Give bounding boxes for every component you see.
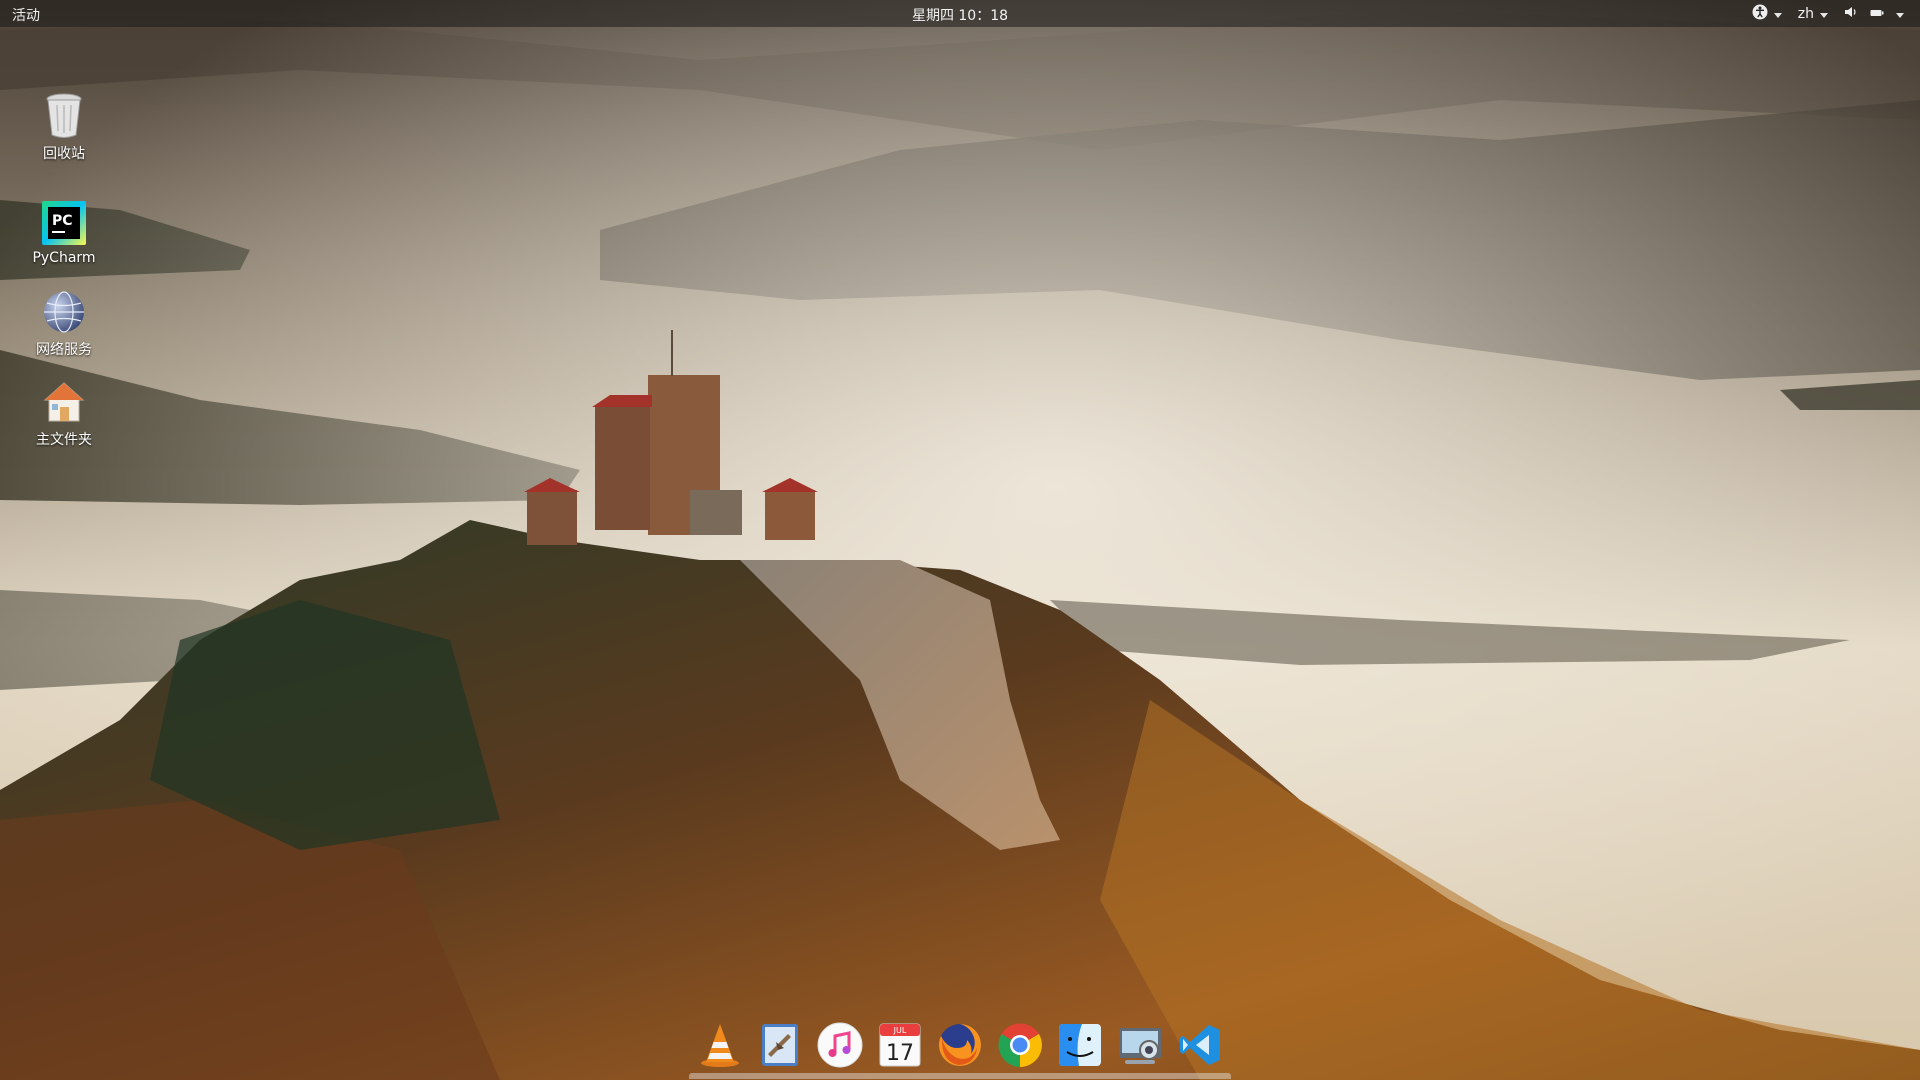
desktop-icon-home[interactable]: 主文件夹 bbox=[16, 378, 112, 449]
desktop-icon-trash[interactable]: 回收站 bbox=[16, 92, 112, 163]
accessibility-menu[interactable] bbox=[1748, 4, 1786, 24]
firefox-icon bbox=[937, 1022, 983, 1072]
pycharm-badge-text: PC bbox=[52, 213, 73, 229]
chevron-down-icon bbox=[1896, 12, 1904, 18]
chevron-down-icon bbox=[1773, 12, 1782, 18]
chrome-icon bbox=[997, 1022, 1043, 1072]
desktop-icon-network[interactable]: 网络服务 bbox=[16, 288, 112, 359]
trash-icon bbox=[40, 92, 88, 140]
clock: 星期四 10：18 bbox=[0, 5, 1920, 25]
language-label: zh bbox=[1797, 6, 1814, 22]
network-globe-icon bbox=[40, 288, 88, 336]
desktop-icon-label: 主文件夹 bbox=[36, 432, 92, 448]
vlc-icon bbox=[698, 1022, 742, 1072]
screenshot-icon bbox=[1117, 1022, 1163, 1072]
home-folder-icon bbox=[40, 378, 88, 426]
chevron-down-icon bbox=[1820, 12, 1828, 18]
calendar-month-text: JUL bbox=[893, 1026, 907, 1035]
dock-item-mail[interactable] bbox=[756, 1023, 804, 1071]
dock-item-calendar[interactable]: JUL 17 bbox=[876, 1023, 924, 1071]
dock-item-vlc[interactable] bbox=[696, 1023, 744, 1071]
clock-button[interactable]: 星期四 10：18 bbox=[912, 8, 1008, 24]
desktop-icon-label: 网络服务 bbox=[36, 342, 92, 358]
dock-item-finder[interactable] bbox=[1056, 1023, 1104, 1071]
dock-item-chrome[interactable] bbox=[996, 1023, 1044, 1071]
pycharm-icon: PC bbox=[40, 199, 88, 247]
dock-item-music[interactable] bbox=[816, 1022, 864, 1072]
system-tray: zh bbox=[1748, 4, 1908, 24]
dock-background-strip bbox=[689, 1073, 1231, 1079]
battery-icon bbox=[1870, 6, 1884, 22]
calendar-day-text: 17 bbox=[886, 1041, 914, 1066]
input-method-menu[interactable]: zh bbox=[1794, 6, 1832, 22]
dock: JUL 17 bbox=[689, 1014, 1231, 1080]
music-icon bbox=[817, 1022, 863, 1072]
activities-button[interactable]: 活动 bbox=[12, 5, 40, 25]
mail-icon bbox=[758, 1022, 802, 1072]
dock-item-screenshot[interactable] bbox=[1116, 1023, 1164, 1071]
volume-icon bbox=[1844, 5, 1858, 23]
desktop-icon-label: 回收站 bbox=[43, 146, 85, 162]
system-status-menu[interactable] bbox=[1840, 5, 1908, 23]
desktop-icon-label: PyCharm bbox=[32, 250, 96, 266]
dock-item-firefox[interactable] bbox=[936, 1023, 984, 1071]
top-panel: 活动 星期四 10：18 zh bbox=[0, 0, 1920, 27]
dock-item-vscode[interactable] bbox=[1176, 1023, 1224, 1071]
calendar-icon: JUL 17 bbox=[878, 1022, 922, 1072]
vscode-icon bbox=[1178, 1023, 1222, 1071]
desktop-wallpaper bbox=[0, 0, 1920, 1080]
desktop-icon-pycharm[interactable]: PC PyCharm bbox=[16, 199, 112, 266]
finder-icon bbox=[1057, 1022, 1103, 1072]
accessibility-icon bbox=[1752, 4, 1768, 24]
